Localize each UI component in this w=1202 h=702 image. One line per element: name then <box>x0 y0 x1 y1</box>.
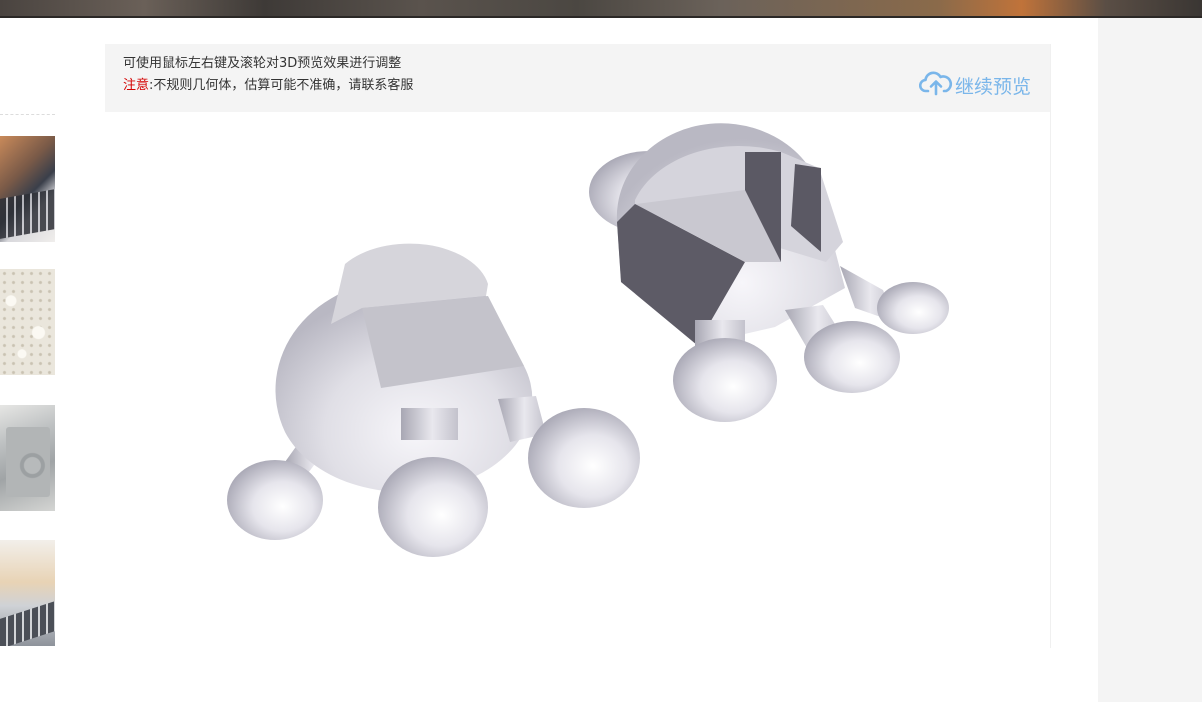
thumbnail-lattice[interactable] <box>0 269 55 375</box>
left-figure <box>227 243 640 557</box>
thumbnail-laptop[interactable] <box>0 136 55 242</box>
notice-label: 注意 <box>123 78 150 93</box>
model-viewer[interactable]: 可使用鼠标左右键及滚轮对3D预览效果进行调整 注意:不规则几何体，估算可能不准确… <box>105 44 1051 648</box>
viewer-hint: 可使用鼠标左右键及滚轮对3D预览效果进行调整 <box>123 56 402 71</box>
info-bar: 可使用鼠标左右键及滚轮对3D预览效果进行调整 注意:不规则几何体，估算可能不准确… <box>105 44 1050 112</box>
continue-preview-label: 继续预览 <box>955 75 1032 98</box>
thumbnail-divider <box>0 114 55 115</box>
right-figure <box>589 123 949 422</box>
notice-text: :不规则几何体，估算可能不准确，请联系客服 <box>149 78 414 93</box>
cloud-upload-icon <box>918 70 953 100</box>
top-banner <box>0 0 1202 18</box>
thumbnail-device[interactable] <box>0 405 55 511</box>
continue-preview-button[interactable]: 继续预览 <box>918 70 1032 100</box>
3d-model-render <box>227 123 949 557</box>
right-sidebar <box>1098 18 1202 702</box>
viewer-notice: 注意:不规则几何体，估算可能不准确，请联系客服 <box>123 74 413 93</box>
thumbnail-keyboard[interactable] <box>0 540 55 646</box>
model-canvas[interactable] <box>105 112 1050 648</box>
